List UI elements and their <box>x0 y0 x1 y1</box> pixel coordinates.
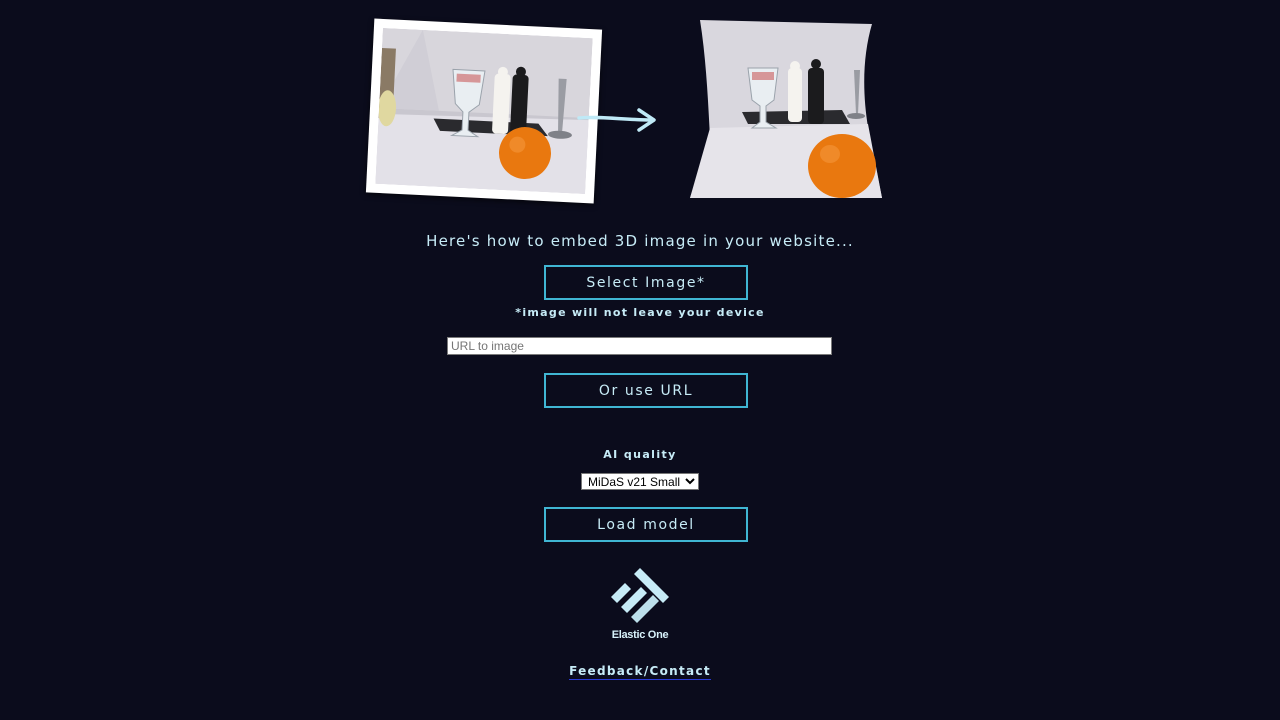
3d-result-image <box>690 18 885 200</box>
load-model-button[interactable]: Load model <box>544 507 748 542</box>
ai-quality-label: AI quality <box>603 448 677 461</box>
tagline: Here's how to embed 3D image in your web… <box>426 232 854 250</box>
footer: Feedback/Contact <box>0 660 1280 680</box>
ai-quality-select[interactable]: MiDaS v21 Small <box>581 473 699 490</box>
select-image-button[interactable]: Select Image* <box>544 265 748 300</box>
hero-illustration <box>360 12 890 217</box>
use-url-button[interactable]: Or use URL <box>544 373 748 408</box>
privacy-note: *image will not leave your device <box>515 306 765 319</box>
original-photo <box>375 27 593 195</box>
page: Here's how to embed 3D image in your web… <box>0 0 1280 720</box>
original-photo-frame <box>365 18 603 204</box>
brand-name: Elastic One <box>611 629 669 641</box>
url-input[interactable] <box>447 337 832 355</box>
feedback-contact-link[interactable]: Feedback/Contact <box>569 664 711 680</box>
arrow-right-icon <box>575 102 659 142</box>
